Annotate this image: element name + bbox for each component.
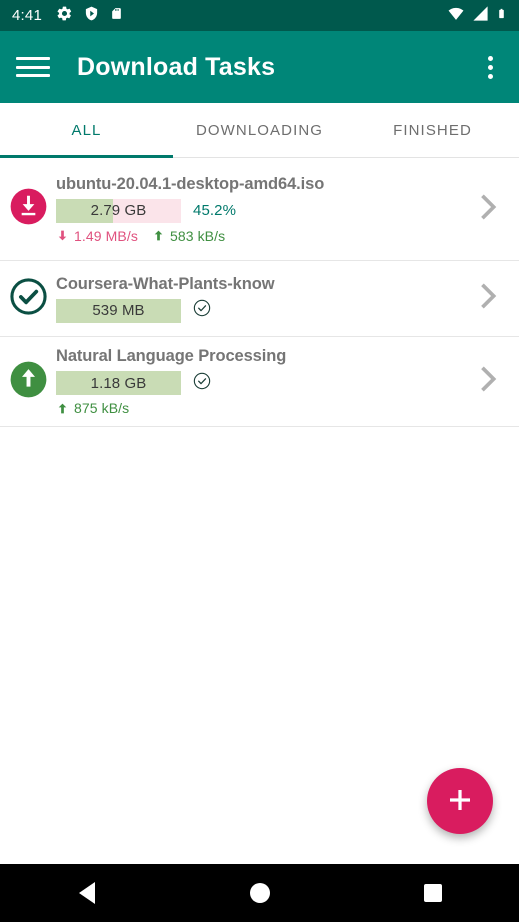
upload-speed: 875 kB/s bbox=[56, 400, 129, 416]
plus-icon bbox=[445, 785, 475, 818]
progress-bar: 2.79 GB bbox=[56, 198, 181, 223]
status-bar-notification-icons bbox=[56, 5, 447, 27]
progress-bar: 1.18 GB bbox=[56, 371, 181, 395]
task-size-label: 1.18 GB bbox=[90, 374, 147, 392]
task-percent-label: 45.2% bbox=[193, 202, 237, 219]
check-circle-small-icon bbox=[193, 372, 211, 395]
gear-icon bbox=[56, 5, 73, 27]
recents-square-icon bbox=[423, 884, 442, 902]
task-speed-line: 1.49 MB/s 583 kB/s bbox=[56, 228, 449, 244]
overflow-menu-icon[interactable] bbox=[477, 54, 503, 80]
task-status-icon-wrap bbox=[0, 187, 56, 231]
tab-finished-label: FINISHED bbox=[393, 122, 472, 139]
task-name: Natural Language Processing bbox=[56, 347, 287, 365]
tab-all-label: ALL bbox=[71, 122, 102, 139]
task-status-icon-wrap bbox=[0, 360, 56, 404]
android-navigation-bar bbox=[0, 864, 519, 922]
task-chevron-wrap[interactable] bbox=[457, 279, 519, 318]
arrow-up-icon bbox=[58, 403, 67, 413]
status-bar-system-icons bbox=[447, 5, 507, 27]
page-title: Download Tasks bbox=[77, 52, 276, 81]
sd-card-icon bbox=[110, 5, 123, 27]
status-bar: 4:41 bbox=[0, 0, 519, 31]
table-row[interactable]: ubuntu-20.04.1-desktop-amd64.iso 2.79 GB… bbox=[0, 158, 519, 261]
hamburger-icon[interactable] bbox=[16, 54, 50, 80]
task-details: ubuntu-20.04.1-desktop-amd64.iso 2.79 GB… bbox=[56, 175, 457, 244]
download-speed-label: 1.49 MB/s bbox=[74, 227, 138, 244]
wifi-icon bbox=[447, 5, 465, 27]
tab-all[interactable]: ALL bbox=[0, 103, 173, 158]
home-circle-icon bbox=[249, 883, 270, 903]
tab-downloading-label: DOWNLOADING bbox=[195, 122, 324, 139]
task-size-label: 2.79 GB bbox=[90, 202, 147, 219]
task-speed-line: 875 kB/s bbox=[56, 400, 449, 416]
shield-play-icon bbox=[84, 5, 99, 27]
task-chevron-wrap[interactable] bbox=[457, 362, 519, 401]
nav-recents-button[interactable] bbox=[346, 884, 519, 902]
task-name: Coursera-What-Plants-know bbox=[56, 274, 275, 293]
task-progress-line: 1.18 GB bbox=[56, 371, 449, 395]
upload-circle-icon[interactable] bbox=[9, 360, 48, 404]
battery-icon bbox=[496, 5, 507, 27]
phone-screen: 4:41 Download Tasks ALL DOWNLOADING FINI… bbox=[0, 0, 519, 922]
task-status-icon-wrap bbox=[0, 277, 56, 321]
chevron-right-icon[interactable] bbox=[471, 362, 505, 401]
check-circle-small-icon bbox=[193, 299, 211, 322]
table-row[interactable]: Natural Language Processing 1.18 GB 875 … bbox=[0, 337, 519, 427]
tab-finished[interactable]: FINISHED bbox=[346, 103, 519, 158]
back-triangle-icon bbox=[78, 882, 95, 904]
upload-speed-label: 875 kB/s bbox=[74, 400, 130, 416]
download-speed: 1.49 MB/s bbox=[56, 228, 138, 244]
chevron-right-icon[interactable] bbox=[471, 279, 505, 318]
nav-home-button[interactable] bbox=[173, 883, 346, 903]
check-circle-outline-icon[interactable] bbox=[9, 277, 48, 321]
table-row[interactable]: Coursera-What-Plants-know 539 MB bbox=[0, 261, 519, 337]
add-task-button[interactable] bbox=[427, 768, 493, 834]
upload-speed-label: 583 kB/s bbox=[169, 227, 226, 244]
task-size-label: 539 MB bbox=[92, 302, 145, 319]
cellular-signal-icon bbox=[472, 5, 489, 27]
app-bar: Download Tasks bbox=[0, 31, 519, 103]
chevron-right-icon[interactable] bbox=[471, 190, 505, 229]
arrow-down-icon bbox=[58, 230, 67, 241]
status-bar-clock: 4:41 bbox=[12, 7, 42, 24]
download-task-list: ubuntu-20.04.1-desktop-amd64.iso 2.79 GB… bbox=[0, 158, 519, 427]
task-name: ubuntu-20.04.1-desktop-amd64.iso bbox=[56, 174, 325, 193]
task-chevron-wrap[interactable] bbox=[457, 190, 519, 229]
tab-downloading[interactable]: DOWNLOADING bbox=[173, 103, 346, 158]
upload-speed: 583 kB/s bbox=[152, 228, 225, 244]
tab-bar: ALL DOWNLOADING FINISHED bbox=[0, 103, 519, 158]
nav-back-button[interactable] bbox=[0, 882, 173, 904]
arrow-up-icon bbox=[154, 230, 163, 241]
progress-bar: 539 MB bbox=[56, 298, 181, 323]
task-details: Coursera-What-Plants-know 539 MB bbox=[56, 275, 457, 323]
task-progress-line: 539 MB bbox=[56, 298, 449, 323]
task-details: Natural Language Processing 1.18 GB 875 … bbox=[56, 347, 457, 416]
download-circle-icon[interactable] bbox=[9, 187, 48, 231]
task-progress-line: 2.79 GB 45.2% bbox=[56, 198, 449, 223]
